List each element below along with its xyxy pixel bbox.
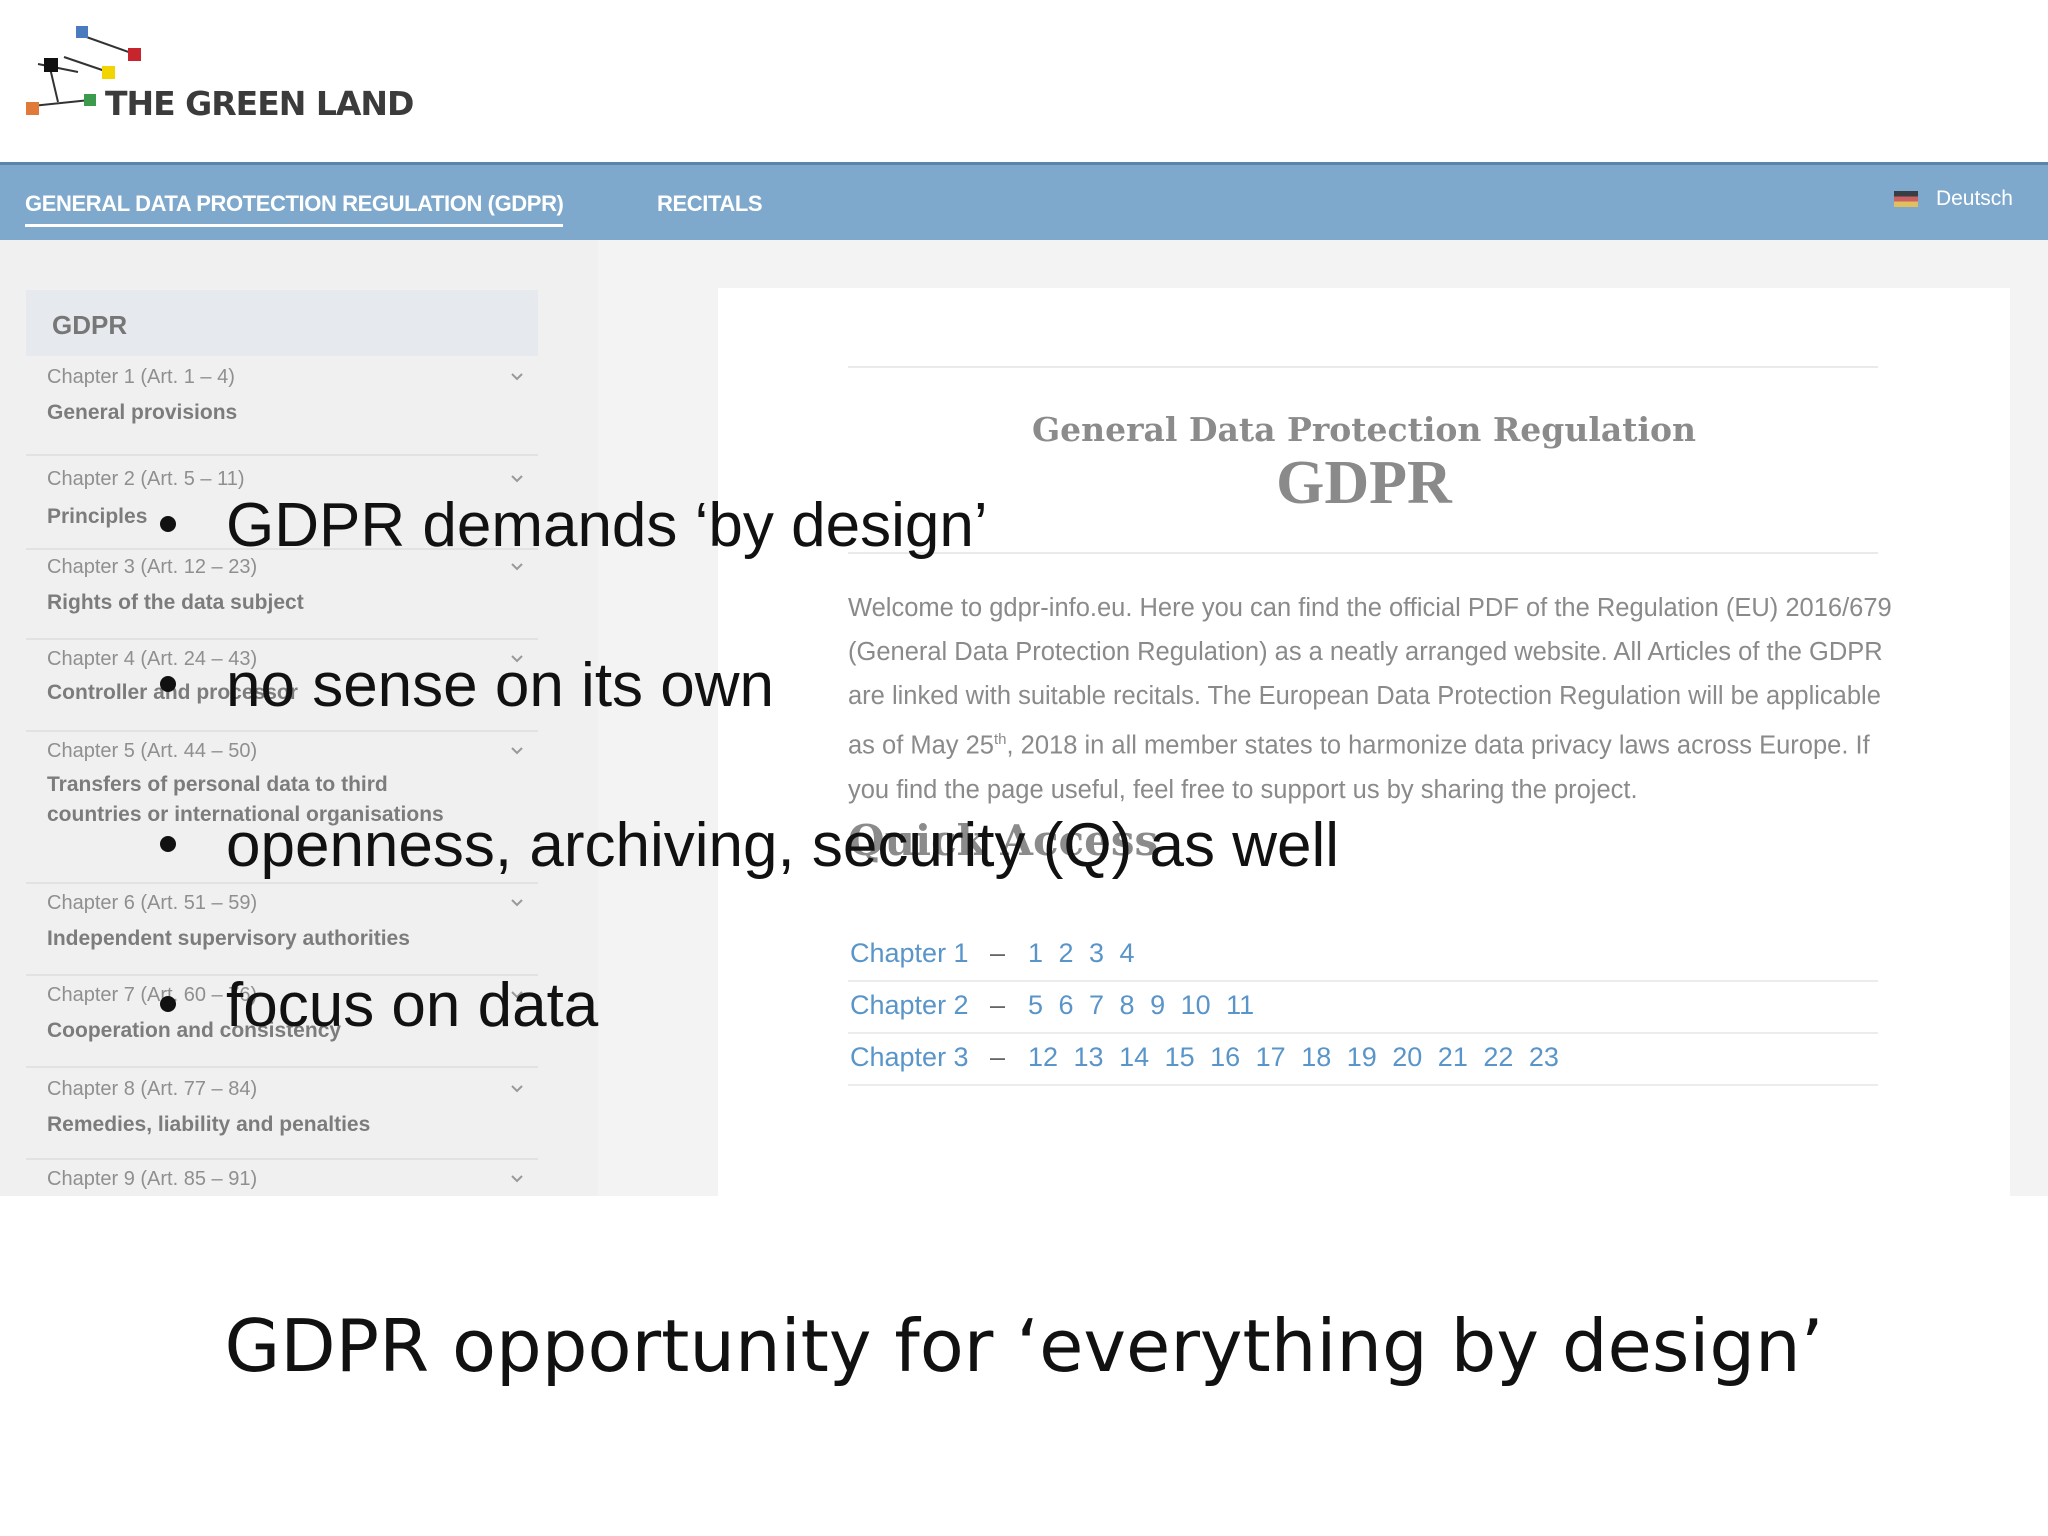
- intro-paragraph: Welcome to gdpr-info.eu. Here you can fi…: [848, 594, 1892, 804]
- chevron-down-icon: [511, 1085, 523, 1093]
- quick-access-row: Chapter 3 – 12 13 14 15 16 17 18 19 20 2…: [848, 1034, 1878, 1086]
- content-card: General Data Protection Regulation GDPR …: [718, 288, 2010, 1196]
- bullet-by-design: GDPR demands ‘by design’: [160, 490, 988, 561]
- chapter-number: Chapter 5 (Art. 44 – 50): [47, 740, 258, 762]
- dash: –: [990, 990, 1006, 1020]
- german-flag-icon: [1893, 191, 1918, 207]
- nav-recitals-link[interactable]: RECITALS: [657, 191, 763, 217]
- chapter-number: Chapter 6 (Art. 51 – 59): [47, 892, 258, 914]
- quick-access-row: Chapter 2 – 5 6 7 8 9 10 11: [848, 982, 1878, 1034]
- chevron-down-icon: [511, 475, 523, 483]
- quick-chapter-link[interactable]: Chapter 2: [850, 990, 969, 1021]
- language-switch[interactable]: Deutsch: [1893, 187, 2013, 211]
- chapter-title: Rights of the data subject: [47, 591, 304, 614]
- chevron-down-icon: [511, 373, 523, 381]
- page-subtitle: General Data Protection Regulation: [1031, 410, 1697, 449]
- chapter-number: Chapter 2 (Art. 5 – 11): [47, 468, 245, 490]
- bullet-dot-icon: [160, 995, 176, 1012]
- divider: [848, 366, 1878, 368]
- quick-chapter-link[interactable]: Chapter 3: [850, 1042, 969, 1073]
- sidebar-chapter-1[interactable]: Chapter 1 (Art. 1 – 4) General provision…: [26, 366, 538, 456]
- chapter-number: Chapter 8 (Art. 77 – 84): [47, 1078, 258, 1100]
- article-links[interactable]: 1 2 3 4: [1028, 938, 1135, 969]
- chapter-title: General provisions: [47, 401, 238, 424]
- nav-gdpr-link[interactable]: GENERAL DATA PROTECTION REGULATION (GDPR…: [25, 191, 564, 227]
- chevron-down-icon: [511, 899, 523, 907]
- chapter-number: Chapter 1 (Art. 1 – 4): [47, 366, 235, 388]
- sidebar-heading: GDPR: [26, 290, 538, 356]
- dash: –: [990, 1042, 1006, 1072]
- sidebar-chapter-3[interactable]: Chapter 3 (Art. 12 – 23) Rights of the d…: [26, 550, 538, 640]
- chevron-down-icon: [511, 1175, 523, 1183]
- bullet-dot-icon: [160, 675, 176, 692]
- bullet-openness: openness, archiving, security (Q) as wel…: [160, 810, 1339, 881]
- article-links[interactable]: 5 6 7 8 9 10 11: [1028, 990, 1254, 1021]
- sidebar-chapter-9[interactable]: Chapter 9 (Art. 85 – 91): [26, 1160, 538, 1196]
- top-navigation: GENERAL DATA PROTECTION REGULATION (GDPR…: [0, 162, 2048, 240]
- slide-caption: GDPR opportunity for ‘everything by desi…: [224, 1304, 1824, 1388]
- dash: –: [990, 938, 1006, 968]
- sidebar-chapter-6[interactable]: Chapter 6 (Art. 51 – 59) Independent sup…: [26, 884, 538, 976]
- chapter-number: Chapter 9 (Art. 85 – 91): [47, 1168, 258, 1190]
- chevron-down-icon: [511, 563, 523, 571]
- divider: [848, 552, 1878, 554]
- language-label: Deutsch: [1935, 187, 2013, 210]
- logo: THE GREEN LAND: [22, 22, 414, 123]
- quick-access-row: Chapter 1 – 1 2 3 4: [848, 930, 1878, 982]
- chapter-title: Independent supervisory authorities: [47, 927, 410, 950]
- bullet-focus-data: focus on data: [160, 970, 598, 1041]
- bullet-dot-icon: [160, 835, 176, 852]
- chapter-title: Remedies, liability and penalties: [47, 1113, 371, 1136]
- chevron-down-icon: [511, 747, 523, 755]
- article-links[interactable]: 12 13 14 15 16 17 18 19 20 21 22 23: [1028, 1042, 1559, 1073]
- bullet-dot-icon: [160, 515, 176, 532]
- sidebar-chapter-8[interactable]: Chapter 8 (Art. 77 – 84) Remedies, liabi…: [26, 1068, 538, 1160]
- quick-chapter-link[interactable]: Chapter 1: [850, 938, 969, 969]
- logo-text: THE GREEN LAND: [105, 84, 414, 123]
- bullet-no-sense: no sense on its own: [160, 650, 774, 721]
